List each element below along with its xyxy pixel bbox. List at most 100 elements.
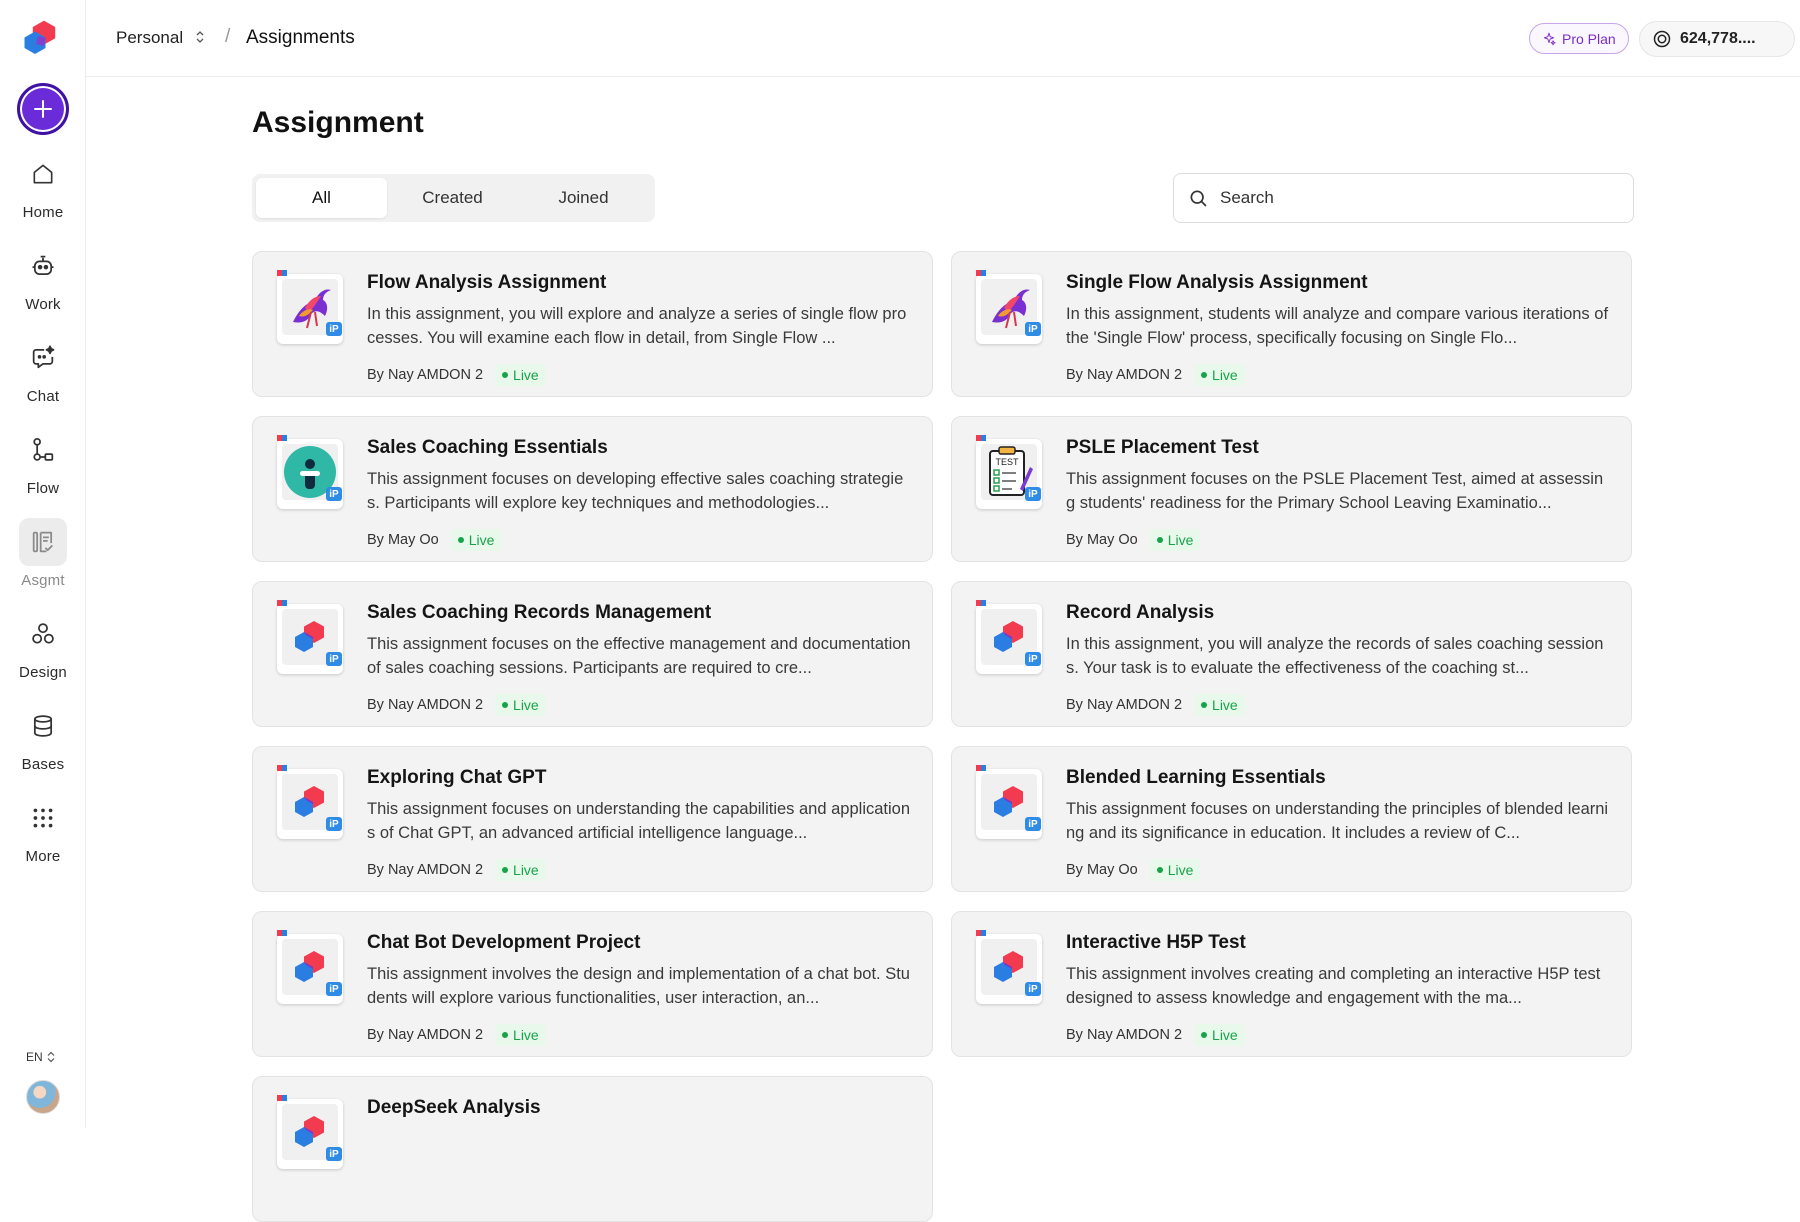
- sidebar-item-label: Work: [25, 296, 61, 313]
- assignment-card[interactable]: iP Chat Bot Development Project This ass…: [252, 911, 933, 1057]
- status-label: Live: [1167, 862, 1194, 878]
- assignment-card[interactable]: iP Sales Coaching Records Management Thi…: [252, 581, 933, 727]
- home-icon: [19, 150, 67, 198]
- ip-badge-icon: iP: [1025, 817, 1041, 831]
- assignment-card[interactable]: iP Sales Coaching Essentials This assign…: [252, 416, 933, 562]
- corner-accent-icon: [277, 600, 287, 606]
- assignment-author: By May Oo: [1066, 862, 1138, 878]
- sidebar-item-design[interactable]: Design: [0, 610, 86, 690]
- corner-accent-icon: [277, 270, 287, 276]
- status-badge: Live: [495, 364, 546, 386]
- chevron-updown-icon[interactable]: [194, 29, 206, 50]
- assignment-card[interactable]: iP DeepSeek Analysis: [252, 1076, 933, 1222]
- assignment-author: By May Oo: [1066, 532, 1138, 548]
- breadcrumb-workspace[interactable]: Personal: [116, 28, 183, 48]
- page-title: Assignment: [252, 106, 424, 139]
- sidebar-item-work[interactable]: Work: [0, 242, 86, 322]
- assignment-title: PSLE Placement Test: [1066, 437, 1259, 458]
- robot-icon: [19, 242, 67, 290]
- assignment-meta: By May Oo Live: [367, 529, 502, 551]
- corner-accent-icon: [976, 930, 986, 936]
- status-dot-icon: [502, 702, 509, 708]
- app-logo[interactable]: [24, 20, 64, 58]
- assignment-title: Chat Bot Development Project: [367, 932, 641, 953]
- ip-badge-icon: iP: [1025, 982, 1041, 996]
- assignment-card[interactable]: iP Flow Analysis Assignment In this assi…: [252, 251, 933, 397]
- sidebar-item-asgmt[interactable]: Asgmt: [0, 518, 86, 598]
- assignment-author: By Nay AMDON 2: [1066, 697, 1183, 713]
- assignment-card[interactable]: iP Record Analysis In this assignment, y…: [951, 581, 1632, 727]
- pro-plan-label: Pro Plan: [1562, 30, 1616, 47]
- assignment-card[interactable]: iP Single Flow Analysis Assignment In th…: [951, 251, 1632, 397]
- assignment-description: This assignment focuses on developing ef…: [367, 470, 904, 512]
- assignment-description: This assignment focuses on the PSLE Plac…: [1066, 470, 1604, 512]
- corner-accent-icon: [277, 765, 287, 771]
- create-button[interactable]: [17, 83, 69, 135]
- status-dot-icon: [1201, 372, 1208, 378]
- grid-dots-icon: [19, 794, 67, 842]
- sidebar-item-more[interactable]: More: [0, 794, 86, 874]
- ip-badge-icon: iP: [326, 487, 342, 501]
- assignment-meta: By Nay AMDON 2 Live: [1066, 364, 1245, 386]
- database-icon: [19, 702, 67, 750]
- ip-badge-icon: iP: [326, 1147, 342, 1161]
- assignment-card[interactable]: iP Blended Learning Essentials This assi…: [951, 746, 1632, 892]
- tab-created[interactable]: Created: [387, 178, 518, 218]
- status-label: Live: [1212, 697, 1238, 713]
- status-badge: Live: [1149, 529, 1201, 551]
- assignment-meta: By Nay AMDON 2 Live: [1066, 694, 1245, 716]
- assignment-meta: By Nay AMDON 2 Live: [367, 1024, 546, 1046]
- ip-badge-icon: iP: [1025, 487, 1041, 501]
- credits-value: 624,778....: [1680, 30, 1756, 47]
- sidebar-item-flow[interactable]: Flow: [0, 426, 86, 506]
- status-badge: Live: [495, 1024, 546, 1046]
- status-label: Live: [1212, 367, 1238, 383]
- ip-badge-icon: iP: [326, 817, 342, 831]
- assignment-description: In this assignment, you will analyze the…: [1066, 635, 1604, 677]
- assignment-meta: By Nay AMDON 2 Live: [367, 694, 546, 716]
- assignment-card[interactable]: TEST iP PSLE Placement Test This assignm…: [951, 416, 1632, 562]
- avatar[interactable]: [26, 1080, 60, 1114]
- status-label: Live: [513, 697, 539, 713]
- assignment-description: [367, 1127, 912, 1175]
- status-badge: Live: [1149, 859, 1201, 881]
- assignment-card[interactable]: iP Exploring Chat GPT This assignment fo…: [252, 746, 933, 892]
- assignment-thumbnail: iP: [976, 765, 1042, 839]
- sidebar-item-label: Home: [22, 204, 64, 221]
- status-badge: Live: [1194, 364, 1245, 386]
- assignment-thumbnail: TEST iP: [976, 435, 1042, 509]
- pro-plan-button[interactable]: Pro Plan: [1529, 23, 1629, 54]
- search-input[interactable]: [1220, 188, 1600, 208]
- credits-button[interactable]: 624,778....: [1639, 21, 1795, 57]
- assignment-thumbnail: iP: [277, 765, 343, 839]
- assignment-author: By Nay AMDON 2: [1066, 1027, 1183, 1043]
- tab-joined[interactable]: Joined: [518, 178, 649, 218]
- assignment-thumbnail: iP: [976, 270, 1042, 344]
- assignment-title: Sales Coaching Records Management: [367, 602, 712, 623]
- sidebar-item-label: Bases: [21, 756, 65, 773]
- status-label: Live: [513, 1027, 539, 1043]
- corner-accent-icon: [976, 765, 986, 771]
- assignment-thumbnail: iP: [277, 600, 343, 674]
- design-icon: [19, 610, 67, 658]
- corner-accent-icon: [277, 1095, 287, 1101]
- sidebar-item-home[interactable]: Home: [0, 150, 86, 230]
- plus-icon: [34, 100, 52, 118]
- svg-text:TEST: TEST: [995, 457, 1019, 467]
- language-switcher[interactable]: EN: [26, 1050, 56, 1064]
- assignment-title: Record Analysis: [1066, 602, 1215, 623]
- status-dot-icon: [1201, 702, 1208, 708]
- assignment-card[interactable]: iP Interactive H5P Test This assignment …: [951, 911, 1632, 1057]
- search-icon: [1190, 190, 1207, 207]
- assignment-thumbnail: iP: [976, 600, 1042, 674]
- status-dot-icon: [1201, 1032, 1208, 1038]
- ip-badge-icon: iP: [1025, 652, 1041, 666]
- corner-accent-icon: [976, 600, 986, 606]
- sidebar-item-chat[interactable]: Chat: [0, 334, 86, 414]
- tab-all[interactable]: All: [256, 178, 387, 218]
- ip-badge-icon: iP: [1025, 322, 1041, 336]
- coin-icon: [1653, 30, 1671, 48]
- sidebar-item-label: Asgmt: [21, 572, 65, 589]
- breadcrumb-separator: /: [225, 26, 231, 47]
- sidebar-item-bases[interactable]: Bases: [0, 702, 86, 782]
